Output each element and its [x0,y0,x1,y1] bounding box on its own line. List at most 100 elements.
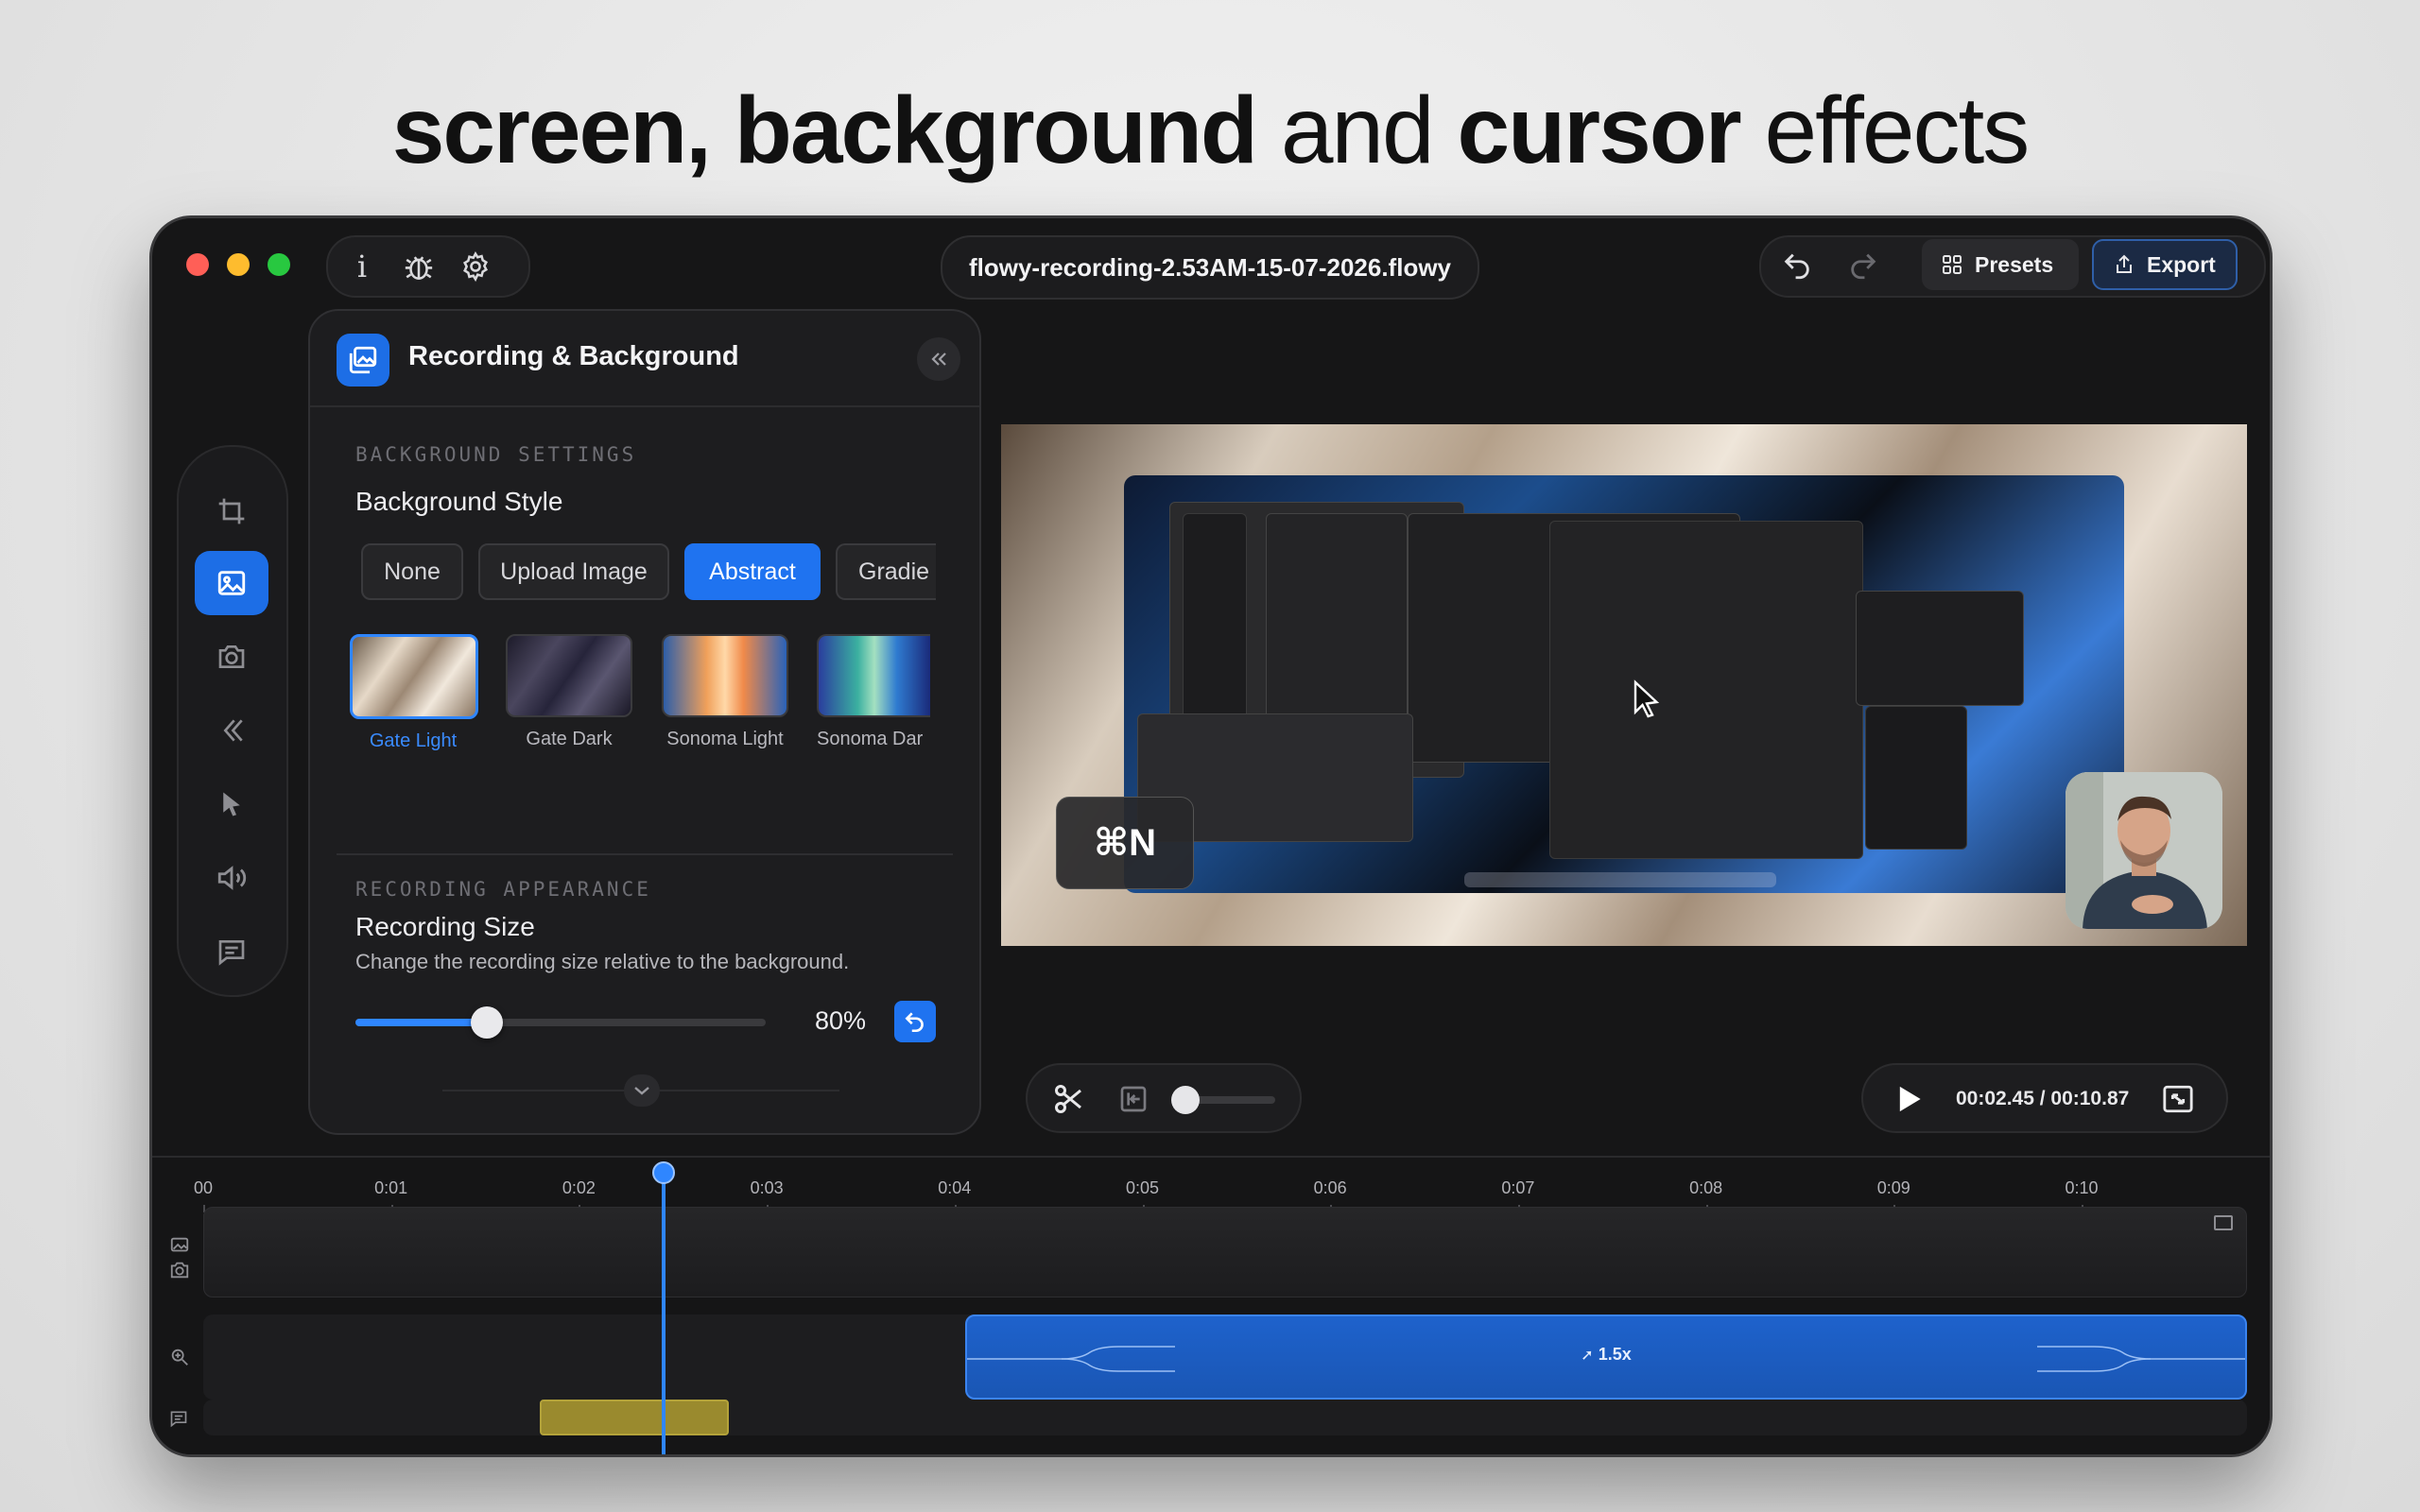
wallpaper-label: Gate Light [369,730,458,751]
crop-icon[interactable] [195,479,268,543]
double-chevron-left-icon [931,352,946,366]
zoom-segment-label: ➚ 1.5x [967,1345,2245,1365]
style-option-gradient[interactable]: Gradie [836,543,936,600]
bug-icon[interactable] [390,238,447,295]
playback-controls: 00:02.45 / 00:10.87 [1861,1063,2228,1133]
timeline-tick-label: 0:01 [374,1178,408,1197]
grid-icon [1943,255,1962,274]
timeline-tick-label: 0:08 [1689,1178,1723,1197]
webcam-overlay[interactable] [2066,772,2222,929]
collapse-panel-button[interactable] [917,337,960,381]
timeline: 00 0:01 0:02 0:03 0:04 0:05 0:06 0:07 0:08 0:09 0:… [152,1156,2270,1454]
keyboard-shortcut-overlay: ⌘N [1056,797,1194,889]
redo-icon[interactable] [1835,237,1892,294]
utility-toolbar: i [326,235,530,298]
gear-icon[interactable] [447,238,504,295]
mini-window-notes [1865,706,1967,850]
wallpaper-thumb [817,634,930,717]
background-track-icon [169,1235,190,1256]
webcam-person-image [2066,772,2222,929]
mini-dock [1464,872,1776,887]
presets-label: Presets [1975,251,2054,277]
timeline-tick-label: 00 [193,1178,214,1197]
headline-bold-1: screen, background [391,77,1258,183]
fullscreen-icon[interactable] [2162,1084,2194,1119]
slider-fill [355,1019,487,1026]
wallpaper-label: Gate Dark [526,729,613,749]
pip-icon[interactable] [2214,1215,2233,1230]
zoom-factor: 1.5x [1598,1345,1632,1364]
timeline-tick-label: 0:02 [562,1178,596,1197]
info-glyph: i [356,249,368,284]
wallpaper-thumb [506,634,632,717]
playhead[interactable] [661,1167,666,1454]
zoom-track-icon [169,1347,190,1367]
headline-light-1: and [1280,77,1435,183]
play-icon[interactable] [1895,1084,1924,1119]
zoom-slider[interactable] [1171,1086,1275,1114]
chevron-down-icon [634,1087,649,1095]
zoom-segment[interactable]: ➚ 1.5x [965,1314,2247,1400]
edit-controls [1026,1063,1302,1133]
zoom-window-button[interactable] [268,253,290,276]
timeline-tick-label: 0:04 [938,1178,972,1197]
playhead-handle[interactable] [651,1161,675,1184]
recording-size-value: 80% [815,1006,867,1035]
recording-size-slider[interactable] [355,1006,766,1039]
recorded-screen [1124,475,2124,893]
file-name-title[interactable]: flowy-recording-2.53AM-15-07-2026.flowy [941,235,1479,300]
headline-bold-2: cursor [1457,77,1741,183]
camera-icon[interactable] [195,625,268,689]
wallpaper-label: Sonoma Light [666,729,784,749]
presets-button[interactable]: Presets [1922,239,2079,290]
timeline-tick-label: 0:03 [750,1178,784,1197]
video-preview[interactable]: ⌘N [1001,424,2247,946]
minimize-window-button[interactable] [227,253,250,276]
reset-icon [905,1012,924,1033]
headline-light-2: effects [1764,77,2031,183]
reset-size-button[interactable] [894,1001,936,1042]
caption-clip[interactable] [540,1400,729,1435]
style-option-none[interactable]: None [361,543,463,600]
info-icon[interactable]: i [334,238,390,295]
wallpaper-thumb [662,634,788,717]
scissors-icon[interactable] [1052,1082,1086,1121]
background-settings-label: BACKGROUND SETTINGS [355,443,637,466]
style-option-upload-image[interactable]: Upload Image [478,543,669,600]
recording-appearance-label: RECORDING APPEARANCE [355,878,651,901]
app-window: i flowy-recording-2.53AM-15-07-2026.flow… [149,215,2273,1457]
caption-track-icon [169,1409,190,1430]
recording-size-description: Change the recording size relative to th… [355,950,850,973]
undo-icon[interactable] [1769,237,1825,294]
gallery-icon [337,334,389,387]
cursor-icon[interactable] [195,772,268,836]
scroll-more-button[interactable] [624,1074,660,1107]
caption-track[interactable] [203,1400,2247,1435]
timeline-tick-label: 0:10 [2065,1178,2099,1197]
close-window-button[interactable] [186,253,209,276]
wallpaper-gate-dark[interactable]: Gate Dark [506,634,632,750]
section-divider [337,853,953,855]
wallpaper-sonoma-light[interactable]: Sonoma Light [662,634,788,750]
zoom-cursor-icon: ➚ [1581,1348,1594,1364]
timeline-tick-label: 0:06 [1313,1178,1347,1197]
motion-icon[interactable] [195,698,268,763]
panel-title: Recording & Background [408,341,739,371]
style-option-abstract[interactable]: Abstract [684,543,821,600]
cursor-pointer-icon [1634,679,1660,718]
panel-header: Recording & Background [310,311,979,407]
wallpaper-sonoma-dark[interactable]: Sonoma Dar [817,634,940,750]
recording-track[interactable] [203,1207,2247,1297]
export-button[interactable]: Export [2092,239,2238,290]
zoom-slider-knob[interactable] [1171,1086,1200,1114]
trim-start-icon[interactable] [1118,1084,1149,1119]
headline: screen, background and cursor effects [0,74,2420,187]
caption-icon[interactable] [195,919,268,984]
recording-size-title: Recording Size [355,912,535,941]
image-icon[interactable] [195,551,268,615]
slider-knob[interactable] [470,1006,503,1039]
sound-icon[interactable] [195,846,268,910]
recording-background-panel: Recording & Background BACKGROUND SETTIN… [308,309,981,1135]
wallpaper-label: Sonoma Dar [817,729,924,749]
wallpaper-gate-light[interactable]: Gate Light [350,634,478,752]
